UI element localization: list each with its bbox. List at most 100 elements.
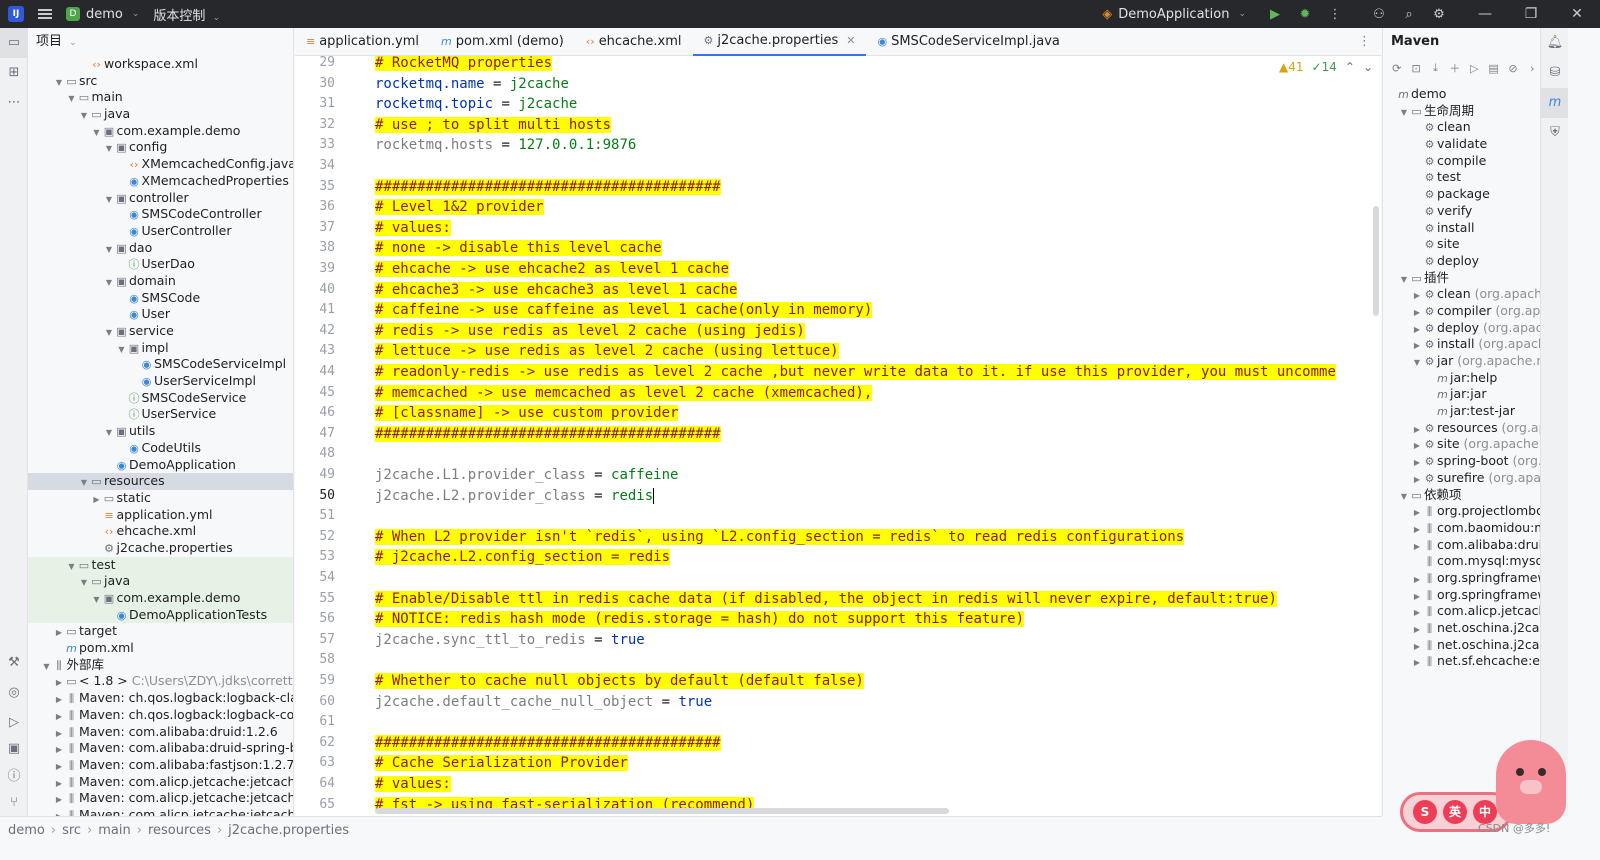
search-icon[interactable]: ⌕ [1394, 7, 1424, 22]
toggle-offline-icon[interactable]: ▤ [1486, 62, 1501, 75]
expand-arrow-icon[interactable]: ▼ [78, 475, 90, 490]
maven-tree-item[interactable]: ▶⫼ com.alibaba:druid-s [1383, 537, 1540, 554]
collapse-arrow-icon[interactable]: ▶ [1411, 589, 1423, 604]
breadcrumb-item[interactable]: resources [148, 823, 211, 838]
tree-item[interactable]: ◉ DemoApplication [28, 457, 293, 474]
maven-tree-item[interactable]: ▶⚙resources (org.apa [1383, 420, 1540, 437]
breadcrumb-item[interactable]: main [98, 823, 130, 838]
editor-tab[interactable]: ◉ SMSCodeServiceImpl.java [866, 28, 1070, 56]
expand-arrow-icon[interactable]: ▼ [1398, 105, 1410, 120]
maven-tree-item[interactable]: ▼ ▭ 生命周期 [1383, 103, 1540, 120]
tree-item[interactable]: ▼ ▣ controller [28, 190, 293, 207]
tree-item[interactable]: ◉ SMSCode [28, 290, 293, 307]
maven-tree-item[interactable]: ▶⫼ org.springframewo [1383, 587, 1540, 604]
tree-item[interactable]: m pom.xml [28, 640, 293, 657]
tree-item[interactable]: ⓘ UserService [28, 406, 293, 423]
expand-arrow-icon[interactable]: ▼ [103, 425, 115, 440]
collapse-arrow-icon[interactable]: ▶ [91, 492, 103, 507]
chevron-up-icon[interactable]: ⌃ [1345, 60, 1355, 74]
tree-item[interactable]: ▶⫼ Maven: com.alicp.jetcache:jetcache [28, 807, 293, 816]
expand-arrow-icon[interactable]: ▼ [116, 342, 128, 357]
maven-tree-item[interactable]: m jar:test-jar [1383, 403, 1540, 420]
collapse-arrow-icon[interactable]: ▶ [53, 692, 65, 707]
tree-item[interactable]: ◉ SMSCodeController [28, 206, 293, 223]
inspection-widget[interactable]: ▲41 ✓14 ⌃ ⌄ [1279, 60, 1373, 74]
settings-icon[interactable]: ⚙ [1424, 7, 1454, 22]
skip-tests-icon[interactable]: ⊘ [1505, 62, 1520, 75]
maven-tree-item[interactable]: ▶⚙site (org.apache.m [1383, 436, 1540, 453]
account-icon[interactable]: ⚇ [1364, 7, 1394, 22]
build-tool-icon[interactable]: ⚒ [0, 648, 28, 678]
tree-item[interactable]: ▼ ▣ config [28, 139, 293, 156]
maven-tree-item[interactable]: ⚙ package [1383, 186, 1540, 203]
tree-item[interactable]: ▶ ▭ < 1.8 > C:\Users\ZDY\.jdks\corretto [28, 673, 293, 690]
collapse-arrow-icon[interactable]: ▶ [1411, 305, 1423, 320]
tree-item[interactable]: ◉ XMemcachedProperties [28, 173, 293, 190]
tree-item[interactable]: ▼ ▭ java [28, 573, 293, 590]
breadcrumb-item[interactable]: src [62, 823, 81, 838]
vertical-scrollbar[interactable] [1373, 206, 1379, 316]
breadcrumb-item[interactable]: j2cache.properties [228, 823, 349, 838]
tree-item[interactable]: ▼ ▣ domain [28, 273, 293, 290]
collapse-arrow-icon[interactable]: ▶ [1411, 639, 1423, 654]
project-panel-header[interactable]: 项目 ⌄ [28, 28, 293, 56]
editor-tab[interactable]: ⚙ j2cache.properties ✕ [692, 28, 867, 56]
tree-item[interactable]: ◉ UserController [28, 223, 293, 240]
expand-arrow-icon[interactable]: ▼ [91, 592, 103, 607]
code-editor[interactable]: 29 30 31 32 33 34 35 36 37 38 39 40 41 42 43 44 45 46 47 48… [295, 56, 1381, 816]
maven-tree-item[interactable]: ▶⚙surefire (org.apach [1383, 470, 1540, 487]
security-icon[interactable]: ⛨ [1541, 118, 1569, 148]
collapse-arrow-icon[interactable]: ▶ [1411, 422, 1423, 437]
close-icon[interactable]: ✕ [1554, 6, 1600, 22]
collapse-arrow-icon[interactable]: ▶ [53, 742, 65, 757]
minimize-icon[interactable]: — [1462, 6, 1508, 22]
expand-arrow-icon[interactable]: ▼ [103, 325, 115, 340]
tree-item[interactable]: ▶ ▭ target [28, 623, 293, 640]
tree-item[interactable]: ◉ User [28, 306, 293, 323]
maven-tree-item[interactable]: ⚙ test [1383, 169, 1540, 186]
collapse-arrow-icon[interactable]: ▶ [1411, 572, 1423, 587]
horizontal-scrollbar[interactable] [375, 808, 949, 814]
maven-tree-item[interactable]: ▶⫼ org.projectlombok: [1383, 503, 1540, 520]
editor-tab[interactable]: m pom.xml (demo) [430, 28, 575, 56]
tree-item[interactable]: ▼ ▭ java [28, 106, 293, 123]
tree-item[interactable]: ▼ ▣ com.example.demo [28, 123, 293, 140]
tree-item[interactable]: ▶ ⫼ Maven: com.alibaba:druid-spring-bo [28, 740, 293, 757]
restore-icon[interactable]: ❐ [1508, 6, 1554, 22]
maven-tree-item[interactable]: m jar:jar [1383, 386, 1540, 403]
git-tool-icon[interactable]: ⑂ [0, 788, 28, 818]
tree-item[interactable]: ▼ ▣ service [28, 323, 293, 340]
tree-item[interactable]: ▼ ▭ test [28, 556, 293, 574]
terminal-tool-icon[interactable]: ▣ [0, 734, 28, 764]
collapse-arrow-icon[interactable]: ▶ [53, 759, 65, 774]
maven-tree-item[interactable]: ▶⚙install (org.apache. [1383, 336, 1540, 353]
maven-tree-item[interactable]: ▶⫼ net.oschina.j2cach [1383, 620, 1540, 637]
expand-arrow-icon[interactable]: ▼ [1398, 489, 1410, 504]
more-icon[interactable]: ⋮ [1320, 7, 1350, 22]
expand-arrow-icon[interactable]: ▼ [66, 91, 78, 106]
tree-item[interactable]: ▶ ⫼ Maven: com.alibaba:fastjson:1.2.76 [28, 757, 293, 774]
more-tools-icon[interactable]: ⋯ [0, 88, 28, 118]
collapse-arrow-icon[interactable]: ▶ [1411, 322, 1423, 337]
tree-item[interactable]: ▶ ⫼ Maven: ch.qos.logback:logback-cor [28, 707, 293, 724]
maven-tree-item[interactable]: ▶⫼ org.springframewo [1383, 570, 1540, 587]
collapse-arrow-icon[interactable]: ▶ [1411, 622, 1423, 637]
tree-item[interactable]: ▶ ▭ static [28, 490, 293, 507]
collapse-arrow-icon[interactable]: ▶ [1411, 605, 1423, 620]
expand-arrow-icon[interactable]: ▼ [78, 108, 90, 123]
maven-tool-icon[interactable]: m [1541, 88, 1569, 118]
collapse-arrow-icon[interactable]: ▶ [1411, 472, 1423, 487]
tree-item[interactable]: ⚙ j2cache.properties [28, 540, 293, 557]
project-tool-icon[interactable]: ▭ [0, 28, 28, 58]
vcs-menu[interactable]: 版本控制 ⌄ [153, 5, 220, 24]
expand-arrow-icon[interactable]: ▼ [103, 242, 115, 257]
notifications-icon[interactable]: 🔔︎ [1541, 28, 1569, 58]
tree-item[interactable]: ▶⫼ Maven: com.alicp.jetcache:jetcache [28, 790, 293, 807]
expand-arrow-icon[interactable]: ▼ [41, 659, 53, 674]
tree-item[interactable]: ▼ ▣ utils [28, 423, 293, 440]
editor-tab[interactable]: ≡ application.yml [295, 28, 430, 56]
collapse-arrow-icon[interactable]: ▶ [1411, 522, 1423, 537]
maven-tree-item[interactable]: ⚙ install [1383, 220, 1540, 237]
collapse-arrow-icon[interactable]: ▶ [53, 809, 65, 816]
tree-item[interactable]: ‹› workspace.xml [28, 56, 293, 73]
